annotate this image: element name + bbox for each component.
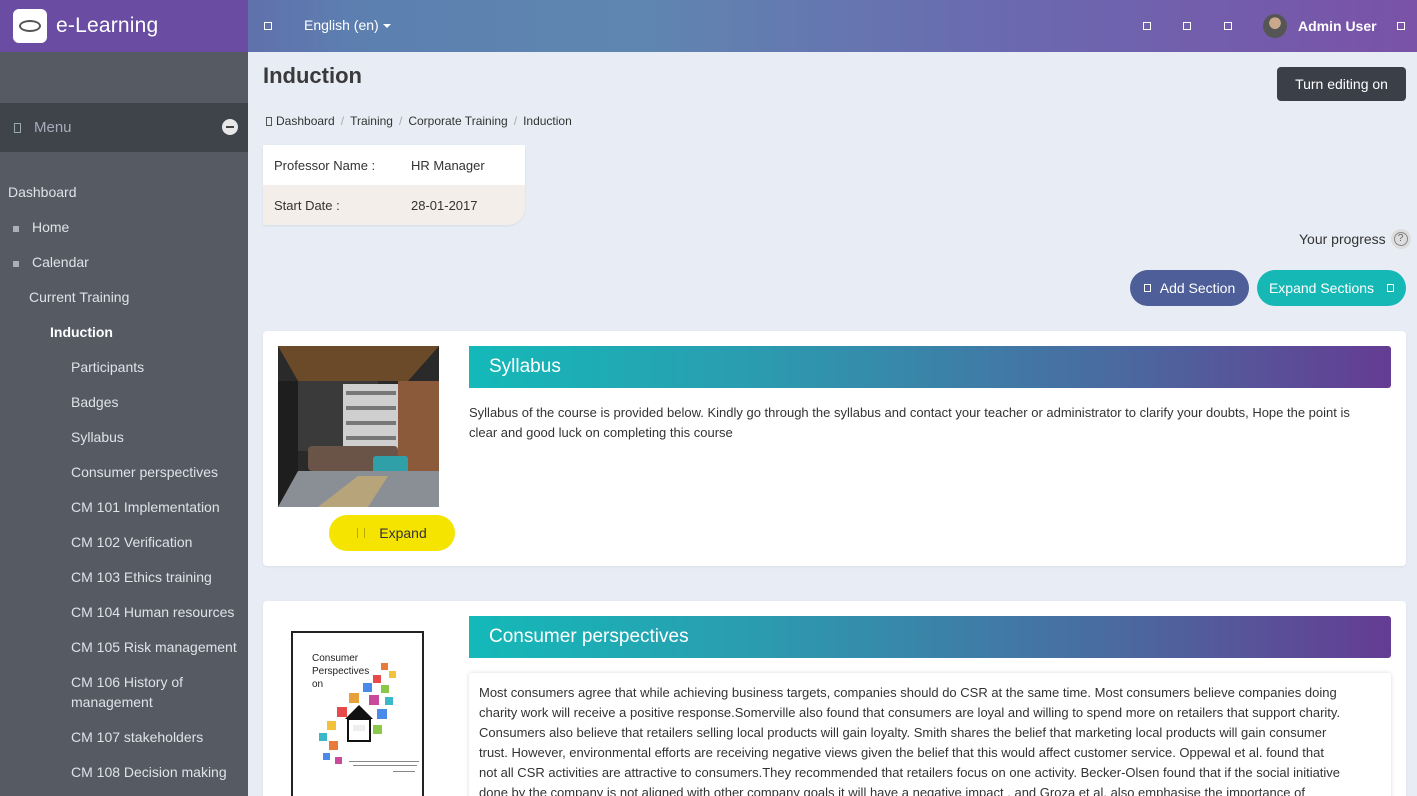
notifications-icon[interactable] <box>1143 22 1151 30</box>
section-title-syllabus[interactable]: Syllabus <box>469 346 1391 388</box>
sidebar-menu-header[interactable]: Menu <box>0 103 248 152</box>
syllabus-thumbnail <box>278 346 439 507</box>
progress-label: Your progress <box>1299 231 1386 247</box>
sidebar-item-cm105[interactable]: CM 105 Risk management <box>71 639 237 655</box>
language-selector[interactable]: English (en) <box>304 17 391 33</box>
breadcrumb-induction[interactable]: Induction <box>523 114 572 128</box>
room-image <box>278 346 439 507</box>
turn-editing-on-button[interactable]: Turn editing on <box>1277 67 1406 101</box>
sidebar-item-cm103[interactable]: CM 103 Ethics training <box>71 569 212 585</box>
sidebar-item-home[interactable]: Home <box>32 219 69 235</box>
cover-mosaic-graphic <box>319 663 419 772</box>
text-line: done by the company is not aligned with … <box>479 785 1305 796</box>
home-icon <box>266 116 272 126</box>
sidebar-item-induction[interactable]: Induction <box>50 324 113 340</box>
breadcrumb-separator: / <box>340 114 345 128</box>
text-line: Syllabus of the course is provided below… <box>469 405 1350 420</box>
expand-button[interactable]: Expand <box>329 515 455 551</box>
menu-icon <box>14 122 21 133</box>
expand-sections-label: Expand Sections <box>1268 280 1375 296</box>
sidebar-item-dashboard[interactable]: Dashboard <box>8 184 77 200</box>
brand-logo-icon <box>13 9 47 43</box>
breadcrumb-corporate-training[interactable]: Corporate Training <box>408 114 507 128</box>
help-glyph: ? <box>1393 232 1408 246</box>
bullet-icon <box>13 261 19 267</box>
avatar[interactable] <box>1263 14 1287 38</box>
sidebar-item-consumer-perspectives[interactable]: Consumer perspectives <box>71 464 218 480</box>
text-line: not all CSR activities are attractive to… <box>479 765 1341 780</box>
breadcrumb-training[interactable]: Training <box>350 114 393 128</box>
start-date-label: Start Date : <box>274 197 340 213</box>
sidebar-item-cm107[interactable]: CM 107 stakeholders <box>71 729 203 745</box>
sidebar-item-cm106[interactable]: CM 106 History of <box>71 674 183 690</box>
expand-label: Expand <box>379 525 427 541</box>
add-icon <box>1143 284 1151 292</box>
sidebar-item-participants[interactable]: Participants <box>71 359 144 375</box>
consumer-perspectives-cover: Consumer Perspectives on <box>291 631 424 796</box>
user-menu[interactable]: Admin User <box>1298 18 1377 34</box>
start-date-row: Start Date : 28-01-2017 <box>263 185 525 225</box>
expand-all-icon <box>1387 284 1395 292</box>
section-text-syllabus: Syllabus of the course is provided below… <box>469 403 1389 443</box>
collapse-icon[interactable] <box>222 119 238 135</box>
bullet-icon <box>13 226 19 232</box>
text-line: clear and good luck on completing this c… <box>469 425 733 440</box>
breadcrumb-separator: / <box>513 114 518 128</box>
section-title-consumer-perspectives[interactable]: Consumer perspectives <box>469 616 1391 658</box>
professor-label: Professor Name : <box>274 157 376 173</box>
section-text-consumer-perspectives: Most consumers agree that while achievin… <box>469 673 1391 796</box>
add-section-button[interactable]: Add Section <box>1130 270 1249 306</box>
sidebar-item-syllabus[interactable]: Syllabus <box>71 429 124 445</box>
progress-indicator: Your progress ? <box>1299 229 1411 249</box>
sidebar-item-cm108[interactable]: CM 108 Decision making <box>71 764 227 780</box>
sidebar-item-cm104[interactable]: CM 104 Human resources <box>71 604 234 620</box>
sidebar-item-badges[interactable]: Badges <box>71 394 118 410</box>
sidebar-item-cm101[interactable]: CM 101 Implementation <box>71 499 220 515</box>
user-menu-icon[interactable] <box>1397 22 1405 30</box>
messages-icon[interactable] <box>1183 22 1191 30</box>
brand[interactable]: e-Learning <box>0 0 248 52</box>
professor-value: HR Manager <box>411 157 485 173</box>
menu-label: Menu <box>34 119 72 136</box>
add-section-label: Add Section <box>1159 280 1236 296</box>
sidebar-item-cm106-line2[interactable]: management <box>71 694 153 710</box>
breadcrumb: Dashboard / Training / Corporate Trainin… <box>266 114 572 128</box>
professor-row: Professor Name : HR Manager <box>263 145 525 185</box>
course-info-card: Professor Name : HR Manager Start Date :… <box>263 145 525 225</box>
breadcrumb-separator: / <box>398 114 403 128</box>
breadcrumb-dashboard[interactable]: Dashboard <box>276 114 335 128</box>
page-title: Induction <box>263 63 362 88</box>
sidebar-toggle-icon[interactable] <box>264 22 272 30</box>
sidebar-item-cm102[interactable]: CM 102 Verification <box>71 534 192 550</box>
expand-sections-button[interactable]: Expand Sections <box>1257 270 1406 306</box>
expand-icon <box>357 528 366 538</box>
sidebar-item-current-training[interactable]: Current Training <box>29 289 129 305</box>
text-line: Consumers also believe that retailers se… <box>479 725 1327 740</box>
text-line: charity work will receive a positive res… <box>479 705 1341 720</box>
start-date-value: 28-01-2017 <box>411 197 478 213</box>
text-line: Most consumers agree that while achievin… <box>479 685 1337 700</box>
text-line: trust. However, environmental efforts ar… <box>479 745 1324 760</box>
sidebar-item-calendar[interactable]: Calendar <box>32 254 89 270</box>
brand-name: e-Learning <box>56 14 159 37</box>
help-icon[interactable]: ? <box>1390 229 1411 249</box>
settings-icon[interactable] <box>1224 22 1232 30</box>
